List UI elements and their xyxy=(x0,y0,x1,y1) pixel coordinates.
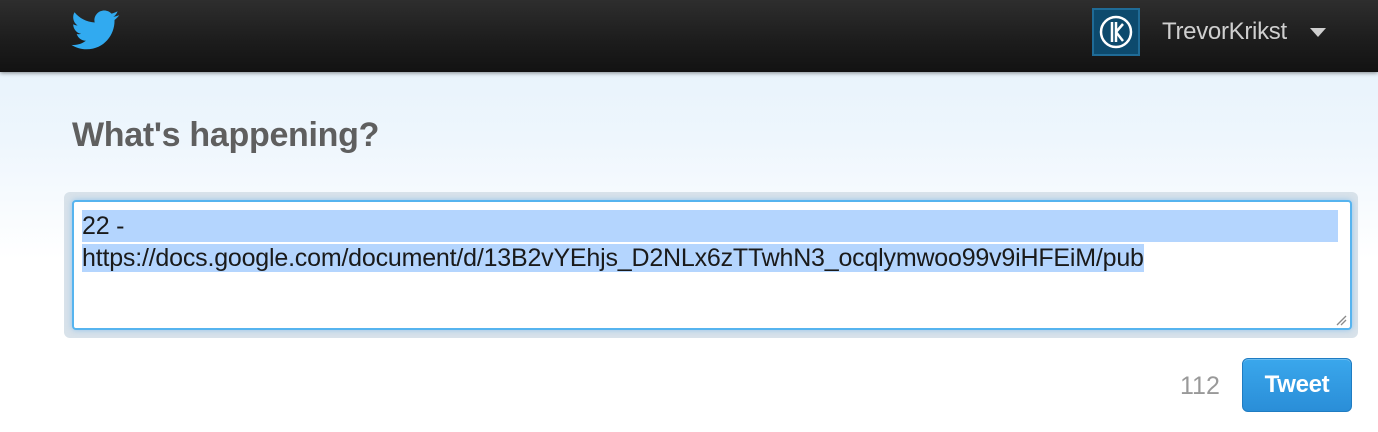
tk-avatar xyxy=(1094,10,1138,54)
tweet-text: 22 - https://docs.google.com/document/d/… xyxy=(82,210,1338,274)
tweet-text-line-1: 22 - xyxy=(82,210,1338,242)
resize-grip-icon[interactable] xyxy=(1335,313,1347,326)
tweet-text-line-2: https://docs.google.com/document/d/13B2v… xyxy=(82,244,1144,272)
user-avatar[interactable] xyxy=(1092,8,1140,56)
compose-heading: What's happening? xyxy=(72,116,380,154)
twitter-bird-icon[interactable] xyxy=(70,10,120,50)
tweet-textarea[interactable]: 22 - https://docs.google.com/document/d/… xyxy=(72,200,1352,330)
caret-down-icon[interactable] xyxy=(1310,28,1326,37)
character-counter: 112 xyxy=(1180,372,1220,400)
tweet-button[interactable]: Tweet xyxy=(1242,358,1352,412)
username-menu[interactable]: TrevorKrikst xyxy=(1162,18,1287,46)
top-navigation-bar: TrevorKrikst xyxy=(0,0,1378,72)
